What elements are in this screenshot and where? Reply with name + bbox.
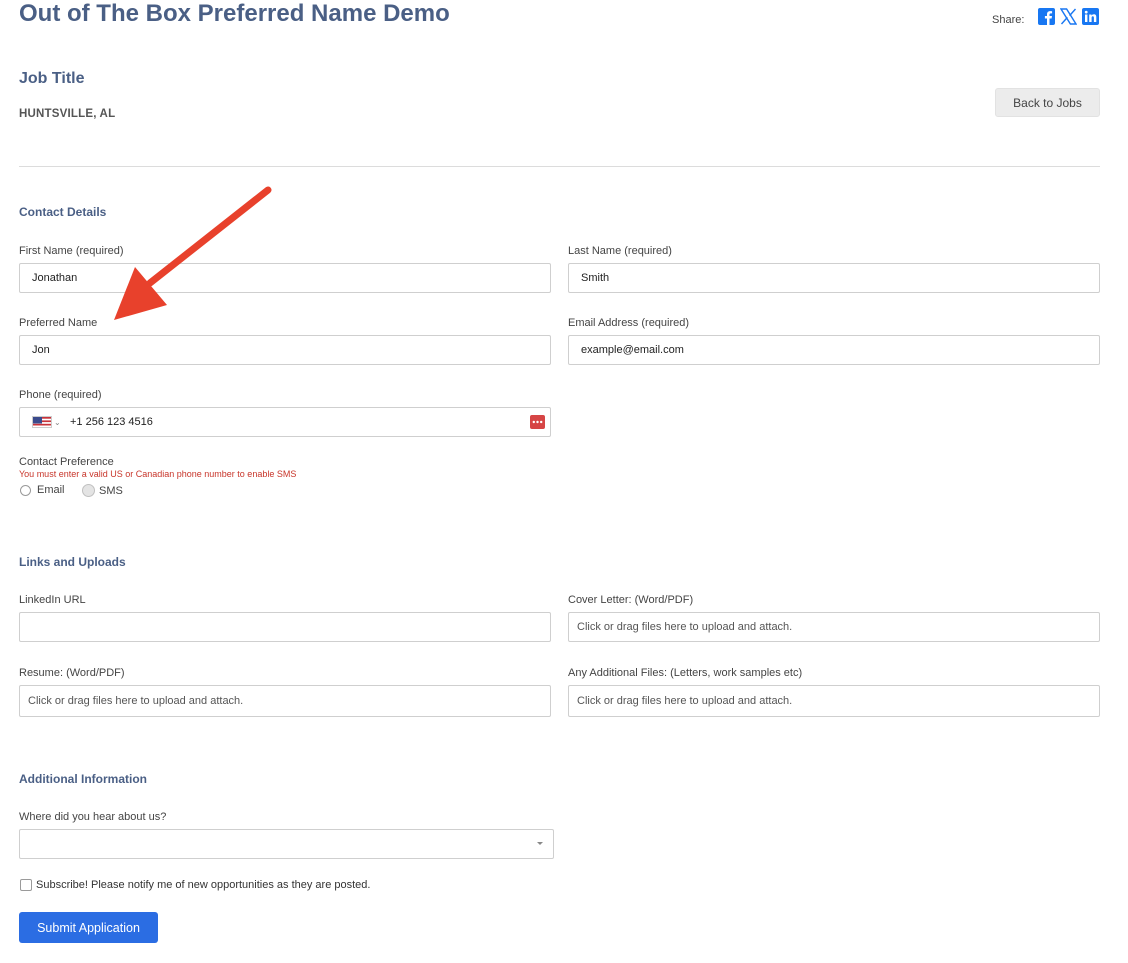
additional-files-upload[interactable]: Click or drag files here to upload and a… (568, 685, 1100, 717)
dropdown-arrow-icon (537, 842, 543, 845)
email-input[interactable]: example@email.com (568, 335, 1100, 365)
x-icon[interactable] (1060, 8, 1077, 25)
contact-preference-label: Contact Preference (19, 456, 114, 468)
source-select[interactable] (19, 829, 554, 859)
autofill-icon[interactable] (530, 415, 545, 429)
us-flag-icon (32, 416, 52, 428)
source-label: Where did you hear about us? (19, 811, 167, 823)
first-name-value: Jonathan (32, 272, 78, 284)
additional-files-placeholder: Click or drag files here to upload and a… (577, 695, 793, 707)
email-label: Email Address (required) (568, 317, 690, 329)
contact-details-heading: Contact Details (19, 205, 107, 219)
last-name-value: Smith (581, 272, 610, 284)
submit-application-button[interactable]: Submit Application (19, 912, 158, 943)
share-label: Share: (992, 14, 1025, 26)
subscribe-option[interactable]: Subscribe! Please notify me of new oppor… (20, 879, 370, 891)
cover-letter-upload[interactable]: Click or drag files here to upload and a… (568, 612, 1100, 642)
country-selector[interactable]: ⌄ (32, 416, 61, 428)
last-name-label: Last Name (required) (568, 245, 672, 257)
radio-sms-label: SMS (99, 484, 123, 497)
annotation-arrow (114, 186, 272, 320)
linkedin-icon[interactable] (1082, 8, 1099, 25)
sms-error-message: You must enter a valid US or Canadian ph… (19, 469, 297, 479)
resume-placeholder: Click or drag files here to upload and a… (28, 695, 244, 707)
radio-email[interactable]: Email (20, 484, 65, 496)
chevron-down-icon: ⌄ (54, 417, 61, 427)
resume-label: Resume: (Word/PDF) (19, 667, 125, 679)
radio-email-label: Email (37, 484, 65, 496)
preferred-name-label: Preferred Name (19, 317, 98, 329)
additional-info-heading: Additional Information (19, 772, 147, 786)
job-title: Job Title (19, 70, 85, 87)
linkedin-label: LinkedIn URL (19, 594, 86, 606)
divider (19, 166, 1100, 167)
back-to-jobs-button[interactable]: Back to Jobs (995, 88, 1100, 117)
resume-upload[interactable]: Click or drag files here to upload and a… (19, 685, 551, 717)
radio-sms-circle (82, 484, 95, 497)
radio-sms: SMS (82, 484, 123, 497)
cover-letter-placeholder: Click or drag files here to upload and a… (577, 621, 793, 633)
first-name-input[interactable]: Jonathan (19, 263, 551, 293)
page-title: Out of The Box Preferred Name Demo (19, 0, 450, 27)
linkedin-input[interactable] (19, 612, 551, 642)
radio-email-circle[interactable] (20, 484, 31, 496)
cover-letter-label: Cover Letter: (Word/PDF) (568, 594, 694, 606)
last-name-input[interactable]: Smith (568, 263, 1100, 293)
phone-input[interactable]: ⌄ +1 256 123 4516 (19, 407, 551, 437)
links-uploads-heading: Links and Uploads (19, 555, 126, 569)
phone-label: Phone (required) (19, 389, 102, 401)
preferred-name-value: Jon (32, 344, 50, 356)
facebook-icon[interactable] (1038, 8, 1055, 25)
additional-files-label: Any Additional Files: (Letters, work sam… (568, 667, 803, 679)
subscribe-label: Subscribe! Please notify me of new oppor… (36, 879, 371, 891)
subscribe-checkbox[interactable] (20, 879, 32, 891)
preferred-name-input[interactable]: Jon (19, 335, 551, 365)
phone-value: +1 256 123 4516 (70, 416, 153, 428)
job-location: HUNTSVILLE, AL (19, 108, 116, 120)
email-value: example@email.com (581, 344, 684, 356)
